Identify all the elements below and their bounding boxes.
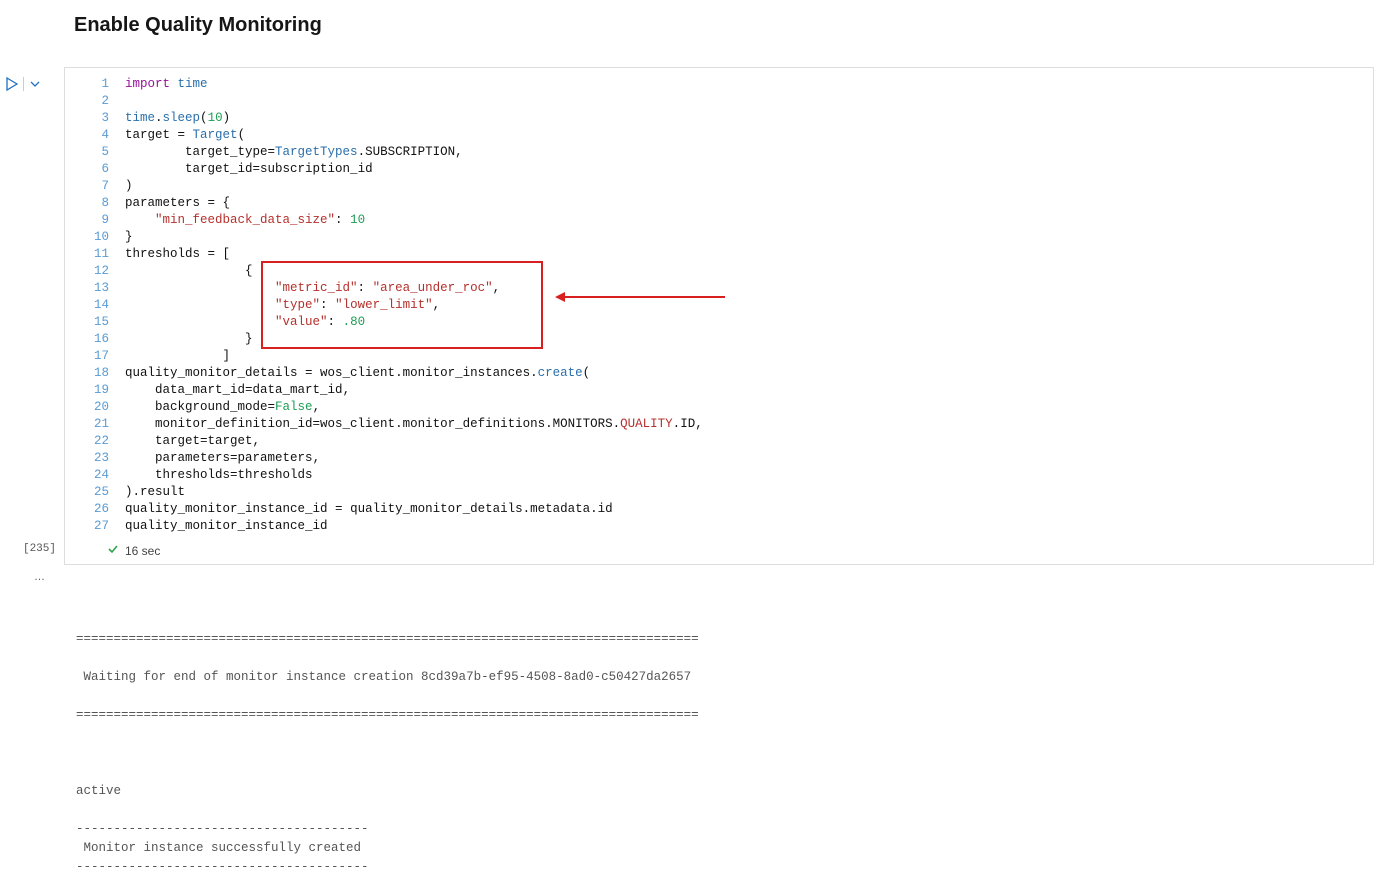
status-time: 16 sec xyxy=(125,544,160,558)
check-icon xyxy=(107,543,119,558)
cell-gutter: [235] xyxy=(0,67,64,565)
section-heading: Enable Quality Monitoring xyxy=(74,14,1394,37)
code-editor[interactable]: 1234567891011121314151617181920212223242… xyxy=(65,68,1373,539)
cell-status: 16 sec xyxy=(65,539,1373,564)
code-content[interactable]: import time time.sleep(10)target = Targe… xyxy=(125,76,1373,535)
execution-count: [235] xyxy=(23,543,58,555)
output-truncated[interactable]: … xyxy=(0,571,1394,583)
run-cell-icon[interactable] xyxy=(6,77,18,91)
line-numbers: 1234567891011121314151617181920212223242… xyxy=(65,76,125,535)
divider xyxy=(23,77,24,91)
notebook-cell: [235] 1234567891011121314151617181920212… xyxy=(0,67,1394,565)
cell-output: ========================================… xyxy=(76,611,1374,877)
chevron-down-icon[interactable] xyxy=(29,78,41,90)
code-cell[interactable]: 1234567891011121314151617181920212223242… xyxy=(64,67,1374,565)
